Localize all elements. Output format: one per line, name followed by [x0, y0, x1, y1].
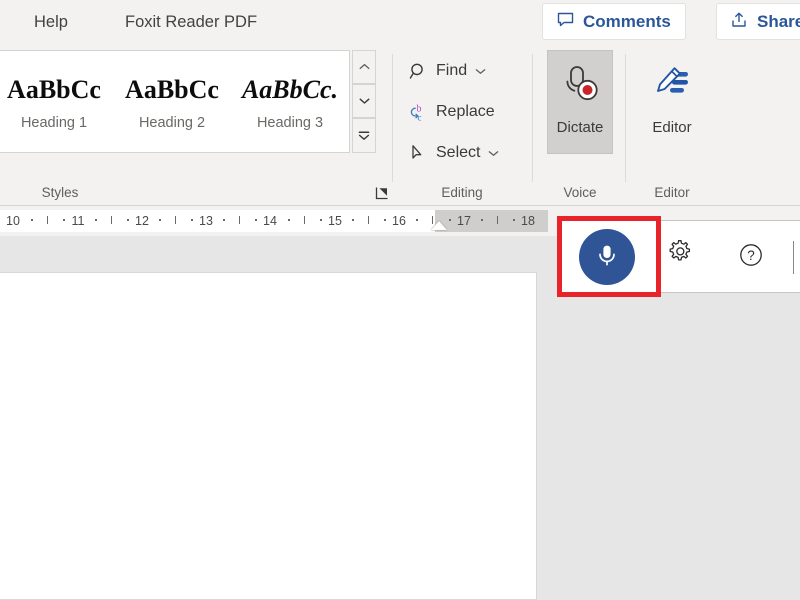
microphone-record-icon: [559, 63, 601, 110]
ruler-dot: [384, 219, 386, 221]
ruler-number: 13: [199, 214, 213, 228]
styles-scroll-down-button[interactable]: [352, 84, 376, 118]
microphone-icon: [592, 240, 622, 275]
ruler-number: 18: [521, 214, 535, 228]
magnifier-icon: [408, 61, 429, 82]
comment-bubble-icon: [557, 11, 574, 33]
ruler-dot: [255, 219, 257, 221]
ruler-number: 11: [71, 214, 85, 228]
ruler-dot: [31, 219, 33, 221]
dictation-toolbar: ?: [561, 220, 800, 293]
ruler-dot: [127, 219, 129, 221]
dictation-toolbar-divider: [793, 241, 794, 274]
ruler-number: 12: [135, 214, 149, 228]
style-heading-3[interactable]: AaBbCc. Heading 3: [231, 72, 349, 131]
ruler-dot: [449, 219, 451, 221]
ruler-number: 17: [457, 214, 471, 228]
dialog-launcher-icon: [375, 187, 388, 200]
question-mark-icon: ?: [736, 240, 766, 275]
ruler-dot: [481, 219, 483, 221]
styles-group-label: Styles: [41, 185, 79, 200]
share-button[interactable]: Share: [716, 3, 800, 40]
ruler-tick: [175, 216, 176, 224]
word-window: Help Foxit Reader PDF Comments Share AaB…: [0, 0, 800, 600]
editing-group-label: Editing: [441, 185, 483, 200]
style-preview-text: AaBbCc: [125, 75, 219, 105]
ruler-dot: [159, 219, 161, 221]
group-separator: [532, 54, 533, 182]
tab-help[interactable]: Help: [26, 6, 76, 38]
group-separator: [392, 54, 393, 182]
editor-label: Editor: [652, 119, 692, 136]
styles-scroll-up-button[interactable]: [352, 50, 376, 84]
svg-text:?: ?: [747, 248, 755, 263]
styles-more-button[interactable]: [352, 118, 376, 153]
voice-group-label: Voice: [563, 185, 597, 200]
chevron-down-icon: [359, 98, 369, 104]
chevron-down-icon[interactable]: [487, 147, 500, 160]
dictate-label: Dictate: [556, 119, 604, 136]
cursor-arrow-icon: [408, 143, 429, 164]
ruler-dot: [513, 219, 515, 221]
ruler-number: 15: [328, 214, 342, 228]
gear-icon: [666, 239, 697, 275]
style-label: Heading 1: [20, 114, 88, 131]
share-label: Share: [757, 11, 800, 31]
style-label: Heading 3: [256, 114, 324, 131]
style-heading-2[interactable]: AaBbCc Heading 2: [113, 72, 231, 131]
chevron-up-icon: [359, 63, 369, 70]
replace-icon: b c: [408, 102, 429, 123]
ruler-tick: [368, 216, 369, 224]
find-button[interactable]: Find: [404, 56, 491, 86]
ruler-dot: [416, 219, 418, 221]
style-heading-1[interactable]: AaBbCc Heading 1: [0, 72, 113, 131]
share-icon: [731, 11, 748, 33]
ribbon: AaBbCc Heading 1 AaBbCc Heading 2 AaBbCc…: [0, 44, 800, 206]
tab-foxit-reader-pdf[interactable]: Foxit Reader PDF: [117, 6, 265, 38]
editor-pen-icon: [651, 63, 693, 110]
editor-group-label: Editor: [654, 185, 690, 200]
group-separator: [625, 54, 626, 182]
chevron-down-icon[interactable]: [474, 65, 487, 78]
style-label: Heading 2: [138, 114, 206, 131]
ruler-number: 16: [392, 214, 406, 228]
style-preview-text: AaBbCc.: [241, 75, 339, 105]
more-styles-icon: [358, 130, 370, 140]
select-label: Select: [436, 144, 481, 161]
editor-button[interactable]: Editor: [639, 50, 705, 154]
comments-button[interactable]: Comments: [542, 3, 686, 40]
ruler-tick: [111, 216, 112, 224]
dictate-button[interactable]: Dictate: [547, 50, 613, 154]
svg-text:c: c: [418, 112, 422, 122]
dictation-help-button[interactable]: ?: [735, 241, 767, 273]
ruler-dot: [288, 219, 290, 221]
styles-gallery-scroll: [352, 50, 376, 153]
ruler-dot: [63, 219, 65, 221]
replace-label: Replace: [436, 103, 495, 120]
ruler-tick: [239, 216, 240, 224]
comments-label: Comments: [583, 11, 671, 31]
ruler-tick: [304, 216, 305, 224]
dictation-mic-button[interactable]: [579, 229, 635, 285]
ruler-tick: [497, 216, 498, 224]
ruler-dot: [223, 219, 225, 221]
dictation-settings-button[interactable]: [665, 239, 697, 275]
replace-button[interactable]: b c Replace: [404, 97, 499, 127]
ruler-number: 14: [263, 214, 277, 228]
hanging-indent-marker[interactable]: [431, 221, 447, 230]
ribbon-tab-row: Help Foxit Reader PDF Comments Share: [0, 0, 800, 44]
ruler-dot: [352, 219, 354, 221]
style-preview-text: AaBbCc: [7, 75, 101, 105]
find-label: Find: [436, 62, 468, 79]
styles-gallery[interactable]: AaBbCc Heading 1 AaBbCc Heading 2 AaBbCc…: [0, 50, 350, 153]
select-button[interactable]: Select: [404, 138, 504, 168]
ruler-number: 10: [6, 214, 20, 228]
document-page[interactable]: [0, 272, 537, 600]
styles-dialog-launcher[interactable]: [374, 185, 389, 200]
ruler-dot: [95, 219, 97, 221]
ruler-tick: [47, 216, 48, 224]
ruler-dot: [191, 219, 193, 221]
ruler-dot: [320, 219, 322, 221]
